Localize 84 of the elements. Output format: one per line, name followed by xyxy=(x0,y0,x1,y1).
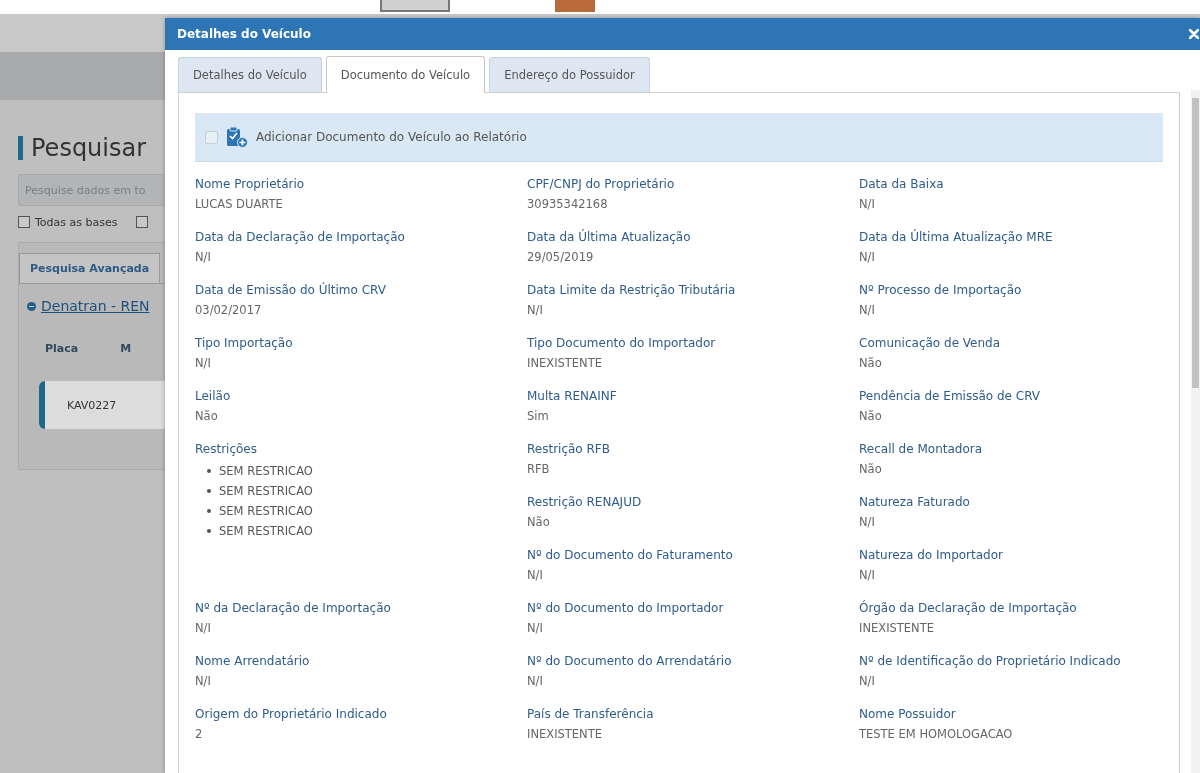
field-label: Nome Proprietário xyxy=(195,176,305,192)
dialog-title: Detalhes do Veículo xyxy=(177,27,311,41)
table-row[interactable]: KAV0227 xyxy=(39,381,165,429)
field-value: INEXISTENTE xyxy=(859,620,934,636)
scrollbar[interactable] xyxy=(1191,90,1200,773)
field-value: 29/05/2019 xyxy=(527,249,594,265)
field-label: Nº do Documento do Faturamento xyxy=(527,547,733,563)
field-value: N/I xyxy=(527,567,543,583)
field-label: Nome Possuidor xyxy=(859,706,956,722)
field-value: N/I xyxy=(527,673,543,689)
scroll-thumb[interactable] xyxy=(1192,98,1199,388)
column-header: M xyxy=(120,342,132,355)
list-item: SEM RESTRICAO xyxy=(206,481,313,501)
field-label: Nº do Documento do Arrendatário xyxy=(527,653,732,669)
column-header: Placa xyxy=(45,342,79,355)
list-item: SEM RESTRICAO xyxy=(206,521,313,541)
field-value: LUCAS DUARTE xyxy=(195,196,283,212)
field-value: Não xyxy=(195,408,218,424)
field-value: N/I xyxy=(195,620,211,636)
close-icon[interactable] xyxy=(1189,29,1199,39)
field-label: Leilão xyxy=(195,388,231,404)
tab[interactable]: Detalhes do Veículo xyxy=(178,57,322,92)
field-value: INEXISTENTE xyxy=(527,355,602,371)
checkbox[interactable] xyxy=(136,216,149,228)
field-value: Não xyxy=(859,355,882,371)
field-label: Restrição RENAJUD xyxy=(527,494,642,510)
field-label: Natureza Faturado xyxy=(859,494,970,510)
field-label: Data da Última Atualização xyxy=(527,229,691,245)
field-label: Data da Declaração de Importação xyxy=(195,229,405,245)
field-label: Multa RENAINF xyxy=(527,388,617,404)
field-value: N/I xyxy=(195,249,211,265)
field-label: Tipo Documento do Importador xyxy=(527,335,716,351)
checkbox-label: Todas as bases xyxy=(35,215,118,229)
collapse-icon[interactable] xyxy=(27,301,36,311)
field-value: Não xyxy=(859,408,882,424)
field-label: Restrições xyxy=(195,441,257,457)
field-value: N/I xyxy=(859,196,875,212)
list-item: SEM RESTRICAO xyxy=(206,461,313,481)
checkbox-label: Adicionar Documento do Veículo ao Relatório xyxy=(256,130,527,144)
field-label: Data Limite da Restrição Tributária xyxy=(527,282,736,298)
tab[interactable]: Pesquisa Avançada xyxy=(19,253,161,283)
field-label: País de Transferência xyxy=(527,706,654,722)
field-value: N/I xyxy=(859,514,875,530)
field-label: Nome Arrendatário xyxy=(195,653,310,669)
field-value: N/I xyxy=(859,302,875,318)
field-value: N/I xyxy=(527,302,543,318)
field-value: 03/02/2017 xyxy=(195,302,262,318)
field-value: INEXISTENTE xyxy=(527,726,602,742)
field-value: Não xyxy=(859,461,882,477)
checkbox[interactable] xyxy=(18,216,30,228)
field-value: 30935342168 xyxy=(527,196,608,212)
list-item: SEM RESTRICAO xyxy=(206,501,313,521)
tab[interactable]: Documento do Veículo xyxy=(325,56,486,93)
field-label: CPF/CNPJ do Proprietário xyxy=(527,176,675,192)
field-value: 2 xyxy=(195,726,203,742)
field-label: Pendência de Emissão de CRV xyxy=(859,388,1041,404)
field-label: Nº da Declaração de Importação xyxy=(195,600,391,616)
field-label: Recall de Montadora xyxy=(859,441,983,457)
field-value: Não xyxy=(527,514,550,530)
field-label: Nº Processo de Importação xyxy=(859,282,1022,298)
field-label: Data da Última Atualização MRE xyxy=(859,229,1053,245)
field-value: RFB xyxy=(527,461,550,477)
field-label: Restrição RFB xyxy=(527,441,610,457)
field-label: Órgão da Declaração de Importação xyxy=(859,600,1077,616)
field-label: Data da Baixa xyxy=(859,176,944,192)
clipboard-plus-icon xyxy=(226,126,248,148)
field-label: Origem do Proprietário Indicado xyxy=(195,706,387,722)
field-value: N/I xyxy=(859,673,875,689)
table-cell: KAV0227 xyxy=(67,398,117,412)
field-label: Data de Emissão do Último CRV xyxy=(195,282,386,298)
field-value: TESTE EM HOMOLOGACAO xyxy=(859,726,1013,742)
field-value: N/I xyxy=(859,567,875,583)
field-value: Sim xyxy=(527,408,549,424)
source-link[interactable]: Denatran - REN xyxy=(41,298,150,314)
tab[interactable]: Endereço do Possuidor xyxy=(489,57,650,92)
field-label: Comunicação de Venda xyxy=(859,335,1001,351)
field-label: Tipo Importação xyxy=(195,335,293,351)
field-value: N/I xyxy=(195,355,211,371)
field-label: Natureza do Importador xyxy=(859,547,1003,563)
field-value: N/I xyxy=(859,249,875,265)
field-label: Nº de Identificação do Proprietário Indicado xyxy=(859,653,1121,669)
field-value: N/I xyxy=(195,673,211,689)
field-value: N/I xyxy=(527,620,543,636)
field-label: Nº do Documento do Importador xyxy=(527,600,724,616)
